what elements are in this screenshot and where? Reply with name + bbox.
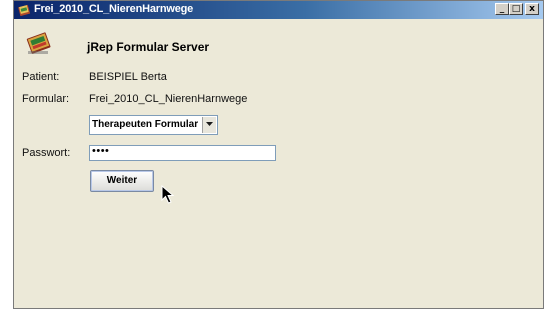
- chevron-down-icon: [206, 122, 213, 126]
- continue-button[interactable]: Weiter: [90, 170, 154, 192]
- window-title: Frei_2010_CL_NierenHarnwege: [34, 3, 194, 15]
- password-field[interactable]: ••••: [89, 145, 276, 161]
- window-controls: _ □ x: [495, 3, 539, 15]
- close-button[interactable]: x: [525, 3, 539, 15]
- continue-button-label: Weiter: [106, 175, 138, 186]
- password-value: ••••: [92, 145, 110, 157]
- role-dropdown[interactable]: Therapeuten Formular: [89, 115, 218, 135]
- dropdown-arrow-button[interactable]: [202, 117, 216, 133]
- app-window: Frei_2010_CL_NierenHarnwege _ □ x jRep F…: [13, 0, 544, 309]
- maximize-button[interactable]: □: [509, 3, 523, 15]
- mouse-cursor-icon: [161, 185, 175, 204]
- form-panel: jRep Formular Server Patient: BEISPIEL B…: [14, 19, 543, 308]
- role-selected: Therapeuten Formular: [92, 119, 199, 130]
- patient-value: BEISPIEL Berta: [89, 71, 167, 83]
- title-bar[interactable]: Frei_2010_CL_NierenHarnwege _ □ x: [14, 1, 543, 19]
- formular-label: Formular:: [22, 93, 70, 105]
- formular-value: Frei_2010_CL_NierenHarnwege: [89, 93, 248, 105]
- patient-label: Patient:: [22, 71, 60, 83]
- app-title: jRep Formular Server: [87, 40, 210, 54]
- password-label: Passwort:: [22, 147, 71, 159]
- app-book-icon: [18, 4, 31, 17]
- minimize-button[interactable]: _: [495, 3, 509, 15]
- books-icon: [26, 32, 51, 54]
